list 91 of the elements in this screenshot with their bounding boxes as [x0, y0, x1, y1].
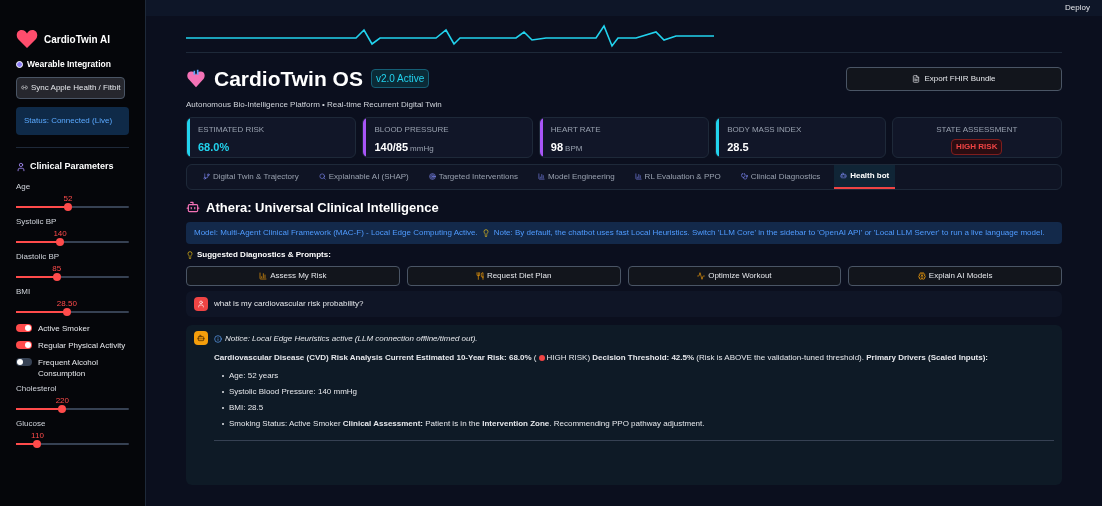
slider-thumb[interactable] — [56, 238, 65, 247]
metric-value: 28.5 — [727, 139, 749, 155]
bullet-text: Smoking Status: Active Smoker Clinical Assessment: Patient is in the Intervention Zone. Recommending PPO pathway adjustment. — [229, 418, 705, 430]
bot-avatar-icon — [194, 331, 208, 345]
tab[interactable]: Digital Twin & Trajectory — [197, 164, 305, 189]
metric-value: 140/85 — [374, 139, 409, 155]
tab[interactable]: Model Engineering — [531, 164, 621, 189]
page-title: CardioTwin OS — [214, 66, 363, 92]
metric-label: STATE ASSESSMENT — [936, 123, 1018, 136]
slider-thumb[interactable] — [62, 308, 71, 317]
metric-label: BLOOD PRESSURE — [374, 123, 449, 136]
version-badge: v2.0 Active — [370, 69, 430, 89]
toggle-label: Frequent Alcohol Consumption — [38, 357, 100, 380]
analysis-text: HIGH RISK) Decision Threshold: 42.5% (Risk is ABOVE the validation-tuned threshold). Primary Drivers (Scaled Inputs): — [546, 353, 989, 362]
toggle-label: Active Smoker — [38, 323, 90, 335]
tab[interactable]: Clinical Diagnostics — [734, 164, 827, 189]
user-avatar-icon — [194, 297, 208, 311]
prompt-icon — [259, 272, 268, 280]
prompts-title: Suggested Diagnostics & Prompts: — [197, 249, 331, 261]
prompt-button[interactable]: Request Diet Plan — [406, 266, 621, 286]
section-title: Athera: Universal Clinical Intelligence — [206, 198, 439, 217]
slider-value: 85 — [52, 263, 62, 276]
metric-label: ESTIMATED RISK — [198, 123, 265, 136]
prompt-icon — [697, 272, 706, 280]
toggle-switch[interactable] — [16, 324, 32, 333]
analysis-text: Cardiovascular Disease (CVD) Risk Analysis Current Estimated 10-Year Risk: 68.0% ( — [214, 353, 537, 362]
tab-icon — [428, 173, 436, 180]
toggle-switch[interactable] — [16, 341, 32, 350]
bullet-text: Systolic Blood Pressure: 140 mmHg — [229, 386, 358, 398]
slider-label: Diastolic BP — [16, 251, 61, 264]
slider-thumb[interactable] — [58, 405, 67, 414]
status-box: Status: Connected (Live) — [16, 106, 129, 135]
notice-text: Notice: Local Edge Heuristics active (LLM connection offline/timed out). — [225, 333, 478, 345]
slider-label: Glucose — [16, 418, 47, 431]
tab-icon — [203, 173, 210, 180]
info-text: Model: Multi-Agent Clinical Framework (MAC-F) - Local Edge Computing Active. — [194, 227, 478, 239]
toggle-label: Regular Physical Activity — [38, 340, 126, 352]
tab-icon — [537, 173, 545, 180]
risk-badge: HIGH RISK — [951, 138, 1003, 155]
info-icon — [214, 335, 222, 343]
tab-icon — [318, 173, 326, 180]
slider-thumb[interactable] — [33, 440, 42, 449]
prompt-icon — [475, 272, 484, 280]
slider-thumb[interactable] — [52, 273, 61, 282]
slider-label: Systolic BP — [16, 216, 58, 229]
tab-icon — [740, 173, 748, 180]
slider-value: 110 — [31, 430, 44, 443]
subtitle: Autonomous Bio-Intelligence Platform • Real-time Recurrent Digital Twin — [186, 98, 442, 111]
slider-label: Age — [16, 181, 32, 194]
tab[interactable]: RL Evaluation & PPO — [628, 164, 727, 189]
export-button[interactable]: Export FHIR Bundle — [846, 67, 1062, 91]
metric-label: HEART RATE — [550, 123, 601, 136]
section-title: Clinical Parameters — [30, 159, 114, 173]
metric-value: 68.0% — [198, 139, 230, 155]
metric-value: 98 — [550, 139, 564, 155]
lightbulb-icon — [481, 229, 490, 237]
metric-unit: BPM — [565, 142, 583, 155]
slider-value: 28.50 — [56, 298, 77, 311]
message-text: what is my cardiovascular risk probability? — [214, 298, 364, 310]
heart-organ-icon — [186, 68, 206, 89]
tab-icon — [634, 173, 642, 180]
bullet-text: BMI: 28.5 — [229, 402, 264, 414]
tab-icon — [840, 172, 848, 179]
sync-button[interactable]: Sync Apple Health / Fitbit — [16, 76, 126, 99]
prompt-button[interactable]: Assess My Risk — [186, 266, 400, 286]
slider-value: 220 — [55, 395, 69, 408]
toggle-switch[interactable] — [16, 358, 32, 367]
tab[interactable]: Health bot — [834, 164, 896, 189]
user-icon — [16, 161, 26, 172]
tab[interactable]: Targeted Interventions — [422, 164, 524, 189]
brand-name: CardioTwin AI — [44, 32, 111, 47]
prompt-icon — [917, 272, 926, 280]
robot-icon — [186, 200, 200, 215]
bullet-text: Age: 52 years — [229, 370, 279, 382]
heart-icon — [16, 30, 38, 48]
info-text: Note: By default, the chatbot uses fast Local Heuristics. Switch 'LLM Core' in the sidebar to 'OpenAI API' or 'Local LLM Server' to run a live language model. — [493, 227, 1045, 239]
document-icon — [912, 75, 921, 83]
slider-value: 52 — [63, 193, 73, 206]
slider-label: BMI — [16, 286, 32, 299]
metric-label: BODY MASS INDEX — [727, 123, 802, 136]
metric-unit: mmHg — [410, 142, 434, 155]
prompt-button[interactable]: Explain AI Models — [848, 266, 1062, 286]
slider-thumb[interactable] — [63, 203, 72, 212]
tab[interactable]: Explainable AI (SHAP) — [312, 164, 415, 189]
lightbulb-icon — [186, 251, 194, 259]
prompt-button[interactable]: Optimize Workout — [627, 266, 842, 286]
link-icon — [21, 84, 28, 92]
slider-value: 140 — [53, 228, 67, 241]
section-title: Wearable Integration — [27, 58, 111, 71]
deploy-link[interactable]: Deploy — [1065, 2, 1090, 14]
slider-label: Cholesterol — [16, 383, 58, 396]
